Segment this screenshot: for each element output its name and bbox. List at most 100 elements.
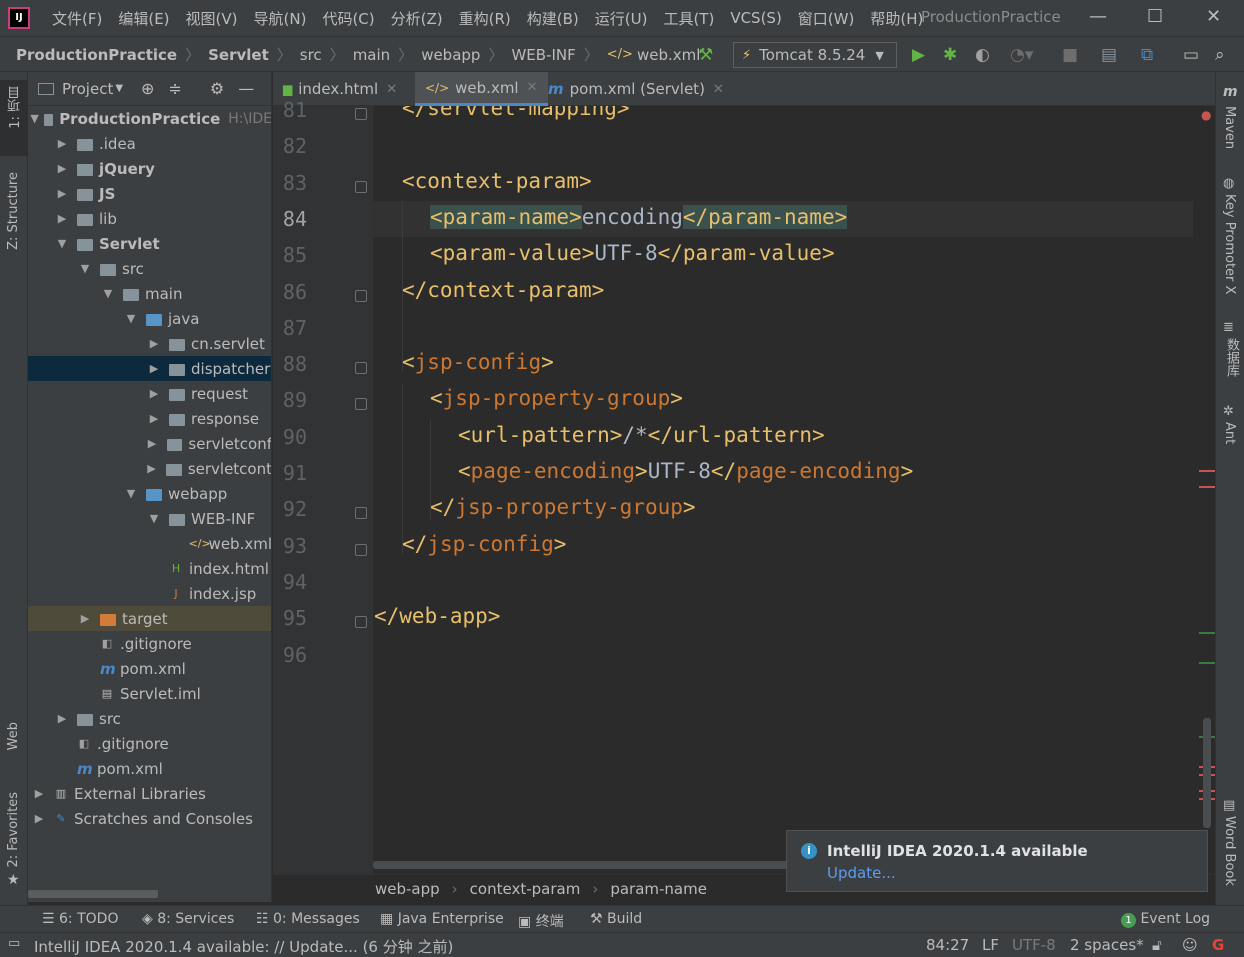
editor-scrollbar[interactable] bbox=[1203, 718, 1211, 828]
key-promoter-tool-button[interactable]: Key Promoter X bbox=[1222, 194, 1237, 294]
tree-item[interactable]: ▼ ProductionPractice H:\IDE bbox=[28, 106, 271, 131]
toggle-tool-windows-icon[interactable]: ▭ bbox=[8, 936, 20, 951]
terminal-tool-button[interactable]: ▣ 终端 bbox=[518, 911, 564, 931]
tree-item[interactable]: ▶ src bbox=[28, 706, 271, 731]
chevron-right-icon[interactable]: ▶ bbox=[145, 437, 159, 450]
tree-item[interactable]: Jindex.jsp bbox=[28, 581, 271, 606]
change-marker[interactable] bbox=[1199, 632, 1215, 634]
fold-marker-icon[interactable] bbox=[355, 108, 367, 120]
crumb-context-param[interactable]: context-param bbox=[470, 880, 581, 898]
crumb-web-app[interactable]: web-app bbox=[375, 880, 440, 898]
menu-analyze[interactable]: 分析(Z) bbox=[383, 8, 451, 29]
tree-item[interactable]: ▶ ✎ Scratches and Consoles bbox=[28, 806, 271, 831]
change-marker[interactable] bbox=[1199, 662, 1215, 664]
chevron-down-icon[interactable]: ▼ bbox=[55, 237, 69, 250]
menu-build[interactable]: 构建(B) bbox=[519, 8, 587, 29]
crumb-param-name[interactable]: param-name bbox=[610, 880, 707, 898]
close-icon[interactable]: ✕ bbox=[527, 80, 538, 95]
tree-item[interactable]: ▶ JS bbox=[28, 181, 271, 206]
error-icon[interactable]: ● bbox=[1201, 108, 1211, 122]
database-tool-button[interactable]: 数据库 bbox=[1222, 338, 1241, 377]
chevron-down-icon[interactable]: ▼ bbox=[147, 512, 161, 525]
fold-marker-icon[interactable] bbox=[355, 398, 367, 411]
hammer-build-icon[interactable]: ⚒ bbox=[698, 45, 713, 65]
presentation-icon[interactable]: ▭ bbox=[1183, 45, 1199, 65]
google-icon[interactable]: G bbox=[1212, 936, 1224, 954]
locate-icon[interactable]: ⊕ bbox=[141, 79, 154, 98]
chevron-right-icon[interactable]: ▶ bbox=[55, 187, 69, 200]
tree-item[interactable]: ▼ main bbox=[28, 281, 271, 306]
fold-marker-icon[interactable] bbox=[355, 543, 367, 556]
tree-item[interactable]: ▶ jQuery bbox=[28, 156, 271, 181]
todo-tool-button[interactable]: ☰ 6: TODO bbox=[42, 911, 118, 927]
status-message[interactable]: IntelliJ IDEA 2020.1.4 available: // Upd… bbox=[34, 936, 453, 957]
crumb-file[interactable]: web.xml bbox=[637, 46, 700, 64]
menu-run[interactable]: 运行(U) bbox=[587, 8, 656, 29]
fold-marker-icon[interactable] bbox=[355, 362, 367, 375]
close-icon[interactable]: ✕ bbox=[386, 82, 397, 97]
code-editor[interactable]: </servlet-mapping> <context-param> <param-… bbox=[373, 106, 1203, 874]
error-marker[interactable] bbox=[1199, 486, 1215, 488]
menu-refactor[interactable]: 重构(R) bbox=[451, 8, 519, 29]
chevron-right-icon[interactable]: ▶ bbox=[147, 387, 161, 400]
menu-edit[interactable]: 编辑(E) bbox=[110, 8, 177, 29]
structure-tool-button[interactable]: Z: Structure bbox=[6, 172, 21, 250]
fold-marker-icon[interactable] bbox=[355, 289, 367, 302]
chevron-down-icon[interactable]: ▼ bbox=[78, 262, 92, 275]
chevron-down-icon[interactable]: ▼ bbox=[124, 487, 138, 500]
fold-marker-icon[interactable] bbox=[355, 616, 367, 629]
close-window-button[interactable]: ✕ bbox=[1206, 6, 1221, 27]
messages-tool-button[interactable]: ☷ 0: Messages bbox=[256, 911, 360, 927]
update-link[interactable]: Update... bbox=[827, 864, 896, 882]
tree-item[interactable]: ▶ ▥ External Libraries bbox=[28, 781, 271, 806]
tree-item[interactable]: </> web.xml bbox=[28, 531, 271, 556]
menu-tools[interactable]: 工具(T) bbox=[655, 8, 722, 29]
tree-item[interactable]: ▼ java bbox=[28, 306, 271, 331]
error-marker[interactable] bbox=[1199, 470, 1215, 472]
chevron-down-icon[interactable]: ▼ bbox=[30, 112, 38, 125]
close-icon[interactable]: ✕ bbox=[713, 82, 724, 97]
profile-icon[interactable]: ◔▾ bbox=[1010, 45, 1033, 65]
chevron-right-icon[interactable]: ▶ bbox=[55, 162, 69, 175]
word-book-tool-button[interactable]: Word Book bbox=[1222, 816, 1237, 886]
chevron-right-icon[interactable]: ▶ bbox=[32, 812, 46, 825]
tree-item[interactable]: ▶ dispatcher bbox=[28, 356, 271, 381]
menu-navigate[interactable]: 导航(N) bbox=[246, 8, 315, 29]
run-icon[interactable]: ▶ bbox=[912, 45, 925, 65]
minimize-button[interactable]: — bbox=[1089, 6, 1107, 27]
crumb-src[interactable]: src bbox=[300, 46, 322, 64]
inspector-icon[interactable]: ☺ bbox=[1182, 936, 1198, 954]
fold-marker-icon[interactable] bbox=[355, 180, 367, 193]
tree-item[interactable]: ▼ src bbox=[28, 256, 271, 281]
tree-item[interactable]: ◧ .gitignore bbox=[28, 731, 271, 756]
tree-scrollbar[interactable] bbox=[28, 890, 158, 898]
menu-view[interactable]: 视图(V) bbox=[178, 8, 246, 29]
run-config-select[interactable]: ⚡ Tomcat 8.5.24 ▼ bbox=[733, 42, 897, 68]
indent-setting[interactable]: 2 spaces* bbox=[1070, 936, 1144, 954]
menu-window[interactable]: 窗口(W) bbox=[790, 8, 863, 29]
crumb-module[interactable]: Servlet bbox=[208, 46, 269, 64]
translate-icon[interactable]: ⧉ bbox=[1141, 45, 1153, 65]
tree-item[interactable]: ▶ .idea bbox=[28, 131, 271, 156]
tree-item[interactable]: ▤ Servlet.iml bbox=[28, 681, 271, 706]
tree-item[interactable]: ▼ webapp bbox=[28, 481, 271, 506]
crumb-webapp[interactable]: webapp bbox=[421, 46, 480, 64]
tree-item[interactable]: ▶ request bbox=[28, 381, 271, 406]
debug-icon[interactable]: ✱ bbox=[943, 45, 957, 65]
hide-icon[interactable]: — bbox=[238, 79, 254, 98]
chevron-down-icon[interactable]: ▼ bbox=[124, 312, 138, 325]
menu-code[interactable]: 代码(C) bbox=[314, 8, 382, 29]
menu-vcs[interactable]: VCS(S) bbox=[722, 9, 789, 27]
stop-icon[interactable]: ■ bbox=[1062, 45, 1078, 65]
tree-item[interactable]: ▶ servletconf bbox=[28, 431, 271, 456]
project-view-select[interactable]: Project bbox=[62, 80, 113, 98]
project-tool-button[interactable]: 1: 项目 bbox=[6, 86, 25, 129]
tab-web-xml[interactable]: </> web.xml ✕ bbox=[415, 72, 548, 106]
chevron-right-icon[interactable]: ▶ bbox=[145, 462, 159, 475]
chevron-down-icon[interactable]: ▼ bbox=[101, 287, 115, 300]
tree-item[interactable]: ▶ cn.servlet bbox=[28, 331, 271, 356]
lock-icon[interactable]: 🔓︎ bbox=[1152, 936, 1162, 954]
file-encoding[interactable]: UTF-8 bbox=[1012, 936, 1056, 954]
crumb-web-inf[interactable]: WEB-INF bbox=[511, 46, 575, 64]
chevron-right-icon[interactable]: ▶ bbox=[55, 137, 69, 150]
